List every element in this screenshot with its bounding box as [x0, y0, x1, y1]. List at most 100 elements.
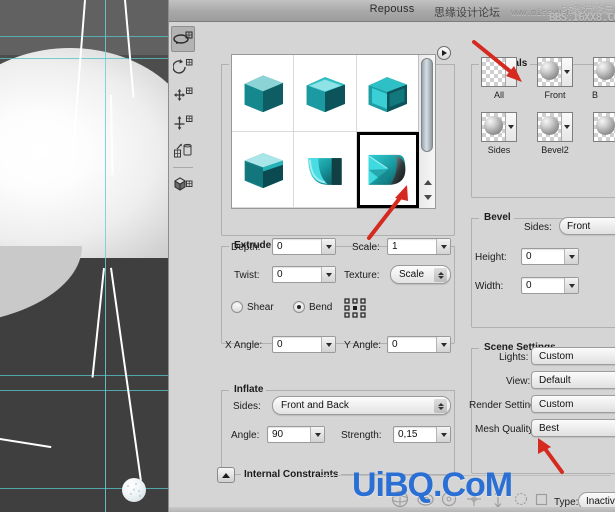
tool-separator: [173, 167, 193, 168]
bevel-width-field[interactable]: 0: [521, 277, 579, 294]
scale-field[interactable]: 1: [387, 238, 451, 255]
rotate-3d-tool-icon[interactable]: [171, 26, 195, 52]
preset-item-inflate-frame[interactable]: [357, 55, 419, 132]
caret-down-icon: [315, 433, 321, 437]
shear-radio[interactable]: [231, 301, 243, 313]
scrollbar-down-arrow[interactable]: [421, 191, 434, 204]
y-angle-field[interactable]: 0: [387, 336, 451, 353]
y-angle-stepper[interactable]: [436, 337, 450, 352]
bevel-width-label: Width:: [475, 281, 503, 292]
guide-horizontal-4[interactable]: [0, 390, 175, 391]
x-angle-label: X Angle:: [225, 340, 262, 351]
scale-3d-tool-icon[interactable]: [171, 138, 195, 164]
twist-field[interactable]: 0: [272, 266, 336, 283]
y-angle-value: 0: [388, 337, 436, 352]
dialog-bottom-bar: [169, 507, 615, 512]
preset-item-flat-block[interactable]: [232, 55, 294, 132]
depth-field[interactable]: 0: [272, 238, 336, 255]
bevel-height-stepper[interactable]: [564, 249, 578, 264]
internal-constraints-collapse-button[interactable]: [217, 467, 235, 483]
inflate-strength-value: 0,15: [394, 427, 436, 442]
material-swatch-bevel2[interactable]: [537, 112, 573, 142]
3d-tool-strip: [171, 26, 197, 211]
twist-stepper[interactable]: [321, 267, 335, 282]
scrollbar-thumb[interactable]: [421, 58, 433, 152]
preset-item-plain-block[interactable]: [232, 132, 294, 209]
material-thumb-sphere: [482, 113, 505, 141]
preset-scrollbar[interactable]: [418, 55, 435, 208]
preset-grid: [232, 55, 419, 208]
mesh-quality-value: Best: [539, 423, 559, 434]
inflate-strength-stepper[interactable]: [436, 427, 450, 442]
texture-label: Texture:: [344, 270, 380, 281]
texture-value: Scale: [399, 269, 424, 280]
material-swatch-all[interactable]: [481, 57, 517, 87]
inflate-strength-field[interactable]: 0,15: [393, 426, 451, 443]
material-thumb-sphere: [594, 58, 615, 86]
texture-popup[interactable]: Scale: [390, 265, 451, 284]
shear-radio-row[interactable]: Shear: [231, 301, 274, 313]
material-dropdown-arrow[interactable]: [505, 58, 516, 86]
x-angle-field[interactable]: 0: [272, 336, 336, 353]
ornament-bauble: [122, 478, 146, 502]
guide-horizontal-5[interactable]: [0, 488, 175, 489]
preset-item-bevel-block[interactable]: [294, 55, 356, 132]
lights-popup[interactable]: Custom: [531, 347, 615, 365]
depth-label: Depth:: [231, 242, 260, 253]
x-angle-stepper[interactable]: [321, 337, 335, 352]
photoshop-canvas[interactable]: [0, 0, 175, 512]
view-label: View:: [506, 376, 530, 387]
scrollbar-up-arrow[interactable]: [421, 176, 434, 189]
stepper-arrows-icon[interactable]: [434, 268, 447, 282]
render-settings-popup[interactable]: Custom: [531, 395, 615, 413]
watermark-chinese: 思缘设计论坛: [434, 4, 500, 20]
caret-down-icon: [326, 273, 332, 277]
bevel-width-stepper[interactable]: [564, 278, 578, 293]
roll-3d-tool-icon[interactable]: [171, 54, 195, 80]
material-swatch-back[interactable]: [593, 112, 615, 142]
bend-origin-grid[interactable]: [344, 298, 366, 321]
stepper-arrows-icon[interactable]: [434, 399, 447, 413]
inflate-sides-popup[interactable]: Front and Back: [272, 396, 451, 415]
dialog-titlebar[interactable]: Repouss 思缘设计论坛 www.missyuan.com PS教程论坛 B…: [169, 0, 615, 22]
material-label-all: All: [477, 90, 521, 100]
guide-horizontal-2[interactable]: [0, 58, 175, 59]
guide-horizontal-1[interactable]: [0, 36, 175, 37]
caret-down-icon: [441, 245, 447, 249]
material-thumb-sphere: [594, 113, 615, 141]
pan-3d-tool-icon[interactable]: [171, 82, 195, 108]
material-swatch-bevel1[interactable]: [593, 57, 615, 87]
material-dropdown-arrow[interactable]: [505, 113, 516, 141]
view-popup[interactable]: Default: [531, 371, 615, 389]
material-label-bevel2: Bevel2: [533, 145, 577, 155]
material-dropdown-arrow[interactable]: [561, 113, 572, 141]
inflate-angle-field[interactable]: 90: [267, 426, 325, 443]
mesh-quality-popup[interactable]: Best: [531, 419, 615, 437]
shear-label: Shear: [247, 302, 274, 313]
inflate-angle-stepper[interactable]: [310, 427, 324, 442]
material-dropdown-arrow[interactable]: [561, 58, 572, 86]
internal-constraints-divider: [321, 475, 611, 476]
material-label-bevel1: B: [592, 90, 615, 100]
guide-horizontal-3[interactable]: [0, 375, 175, 376]
preset-thumbnail-list[interactable]: [231, 54, 436, 209]
bend-radio-row[interactable]: Bend: [293, 301, 332, 313]
x-angle-value: 0: [273, 337, 321, 352]
bend-radio[interactable]: [293, 301, 305, 313]
preset-menu-button[interactable]: [437, 46, 451, 60]
preset-item-curved-inflate[interactable]: [294, 132, 356, 209]
lights-label: Lights:: [499, 352, 528, 363]
guide-vertical[interactable]: [105, 0, 106, 512]
material-swatch-front[interactable]: [537, 57, 573, 87]
preset-item-twist-cone[interactable]: [357, 132, 419, 209]
scale-stepper[interactable]: [436, 239, 450, 254]
mesh-3d-tool-icon[interactable]: [171, 171, 195, 197]
bevel-height-field[interactable]: 0: [521, 248, 579, 265]
lights-value: Custom: [539, 351, 573, 362]
material-thumb-sphere: [538, 113, 561, 141]
watermark-bbs: BBS.16XX8.COM: [549, 11, 615, 24]
depth-stepper[interactable]: [321, 239, 335, 254]
bevel-sides-popup[interactable]: Front: [559, 217, 615, 235]
slide-3d-tool-icon[interactable]: [171, 110, 195, 136]
material-swatch-sides[interactable]: [481, 112, 517, 142]
